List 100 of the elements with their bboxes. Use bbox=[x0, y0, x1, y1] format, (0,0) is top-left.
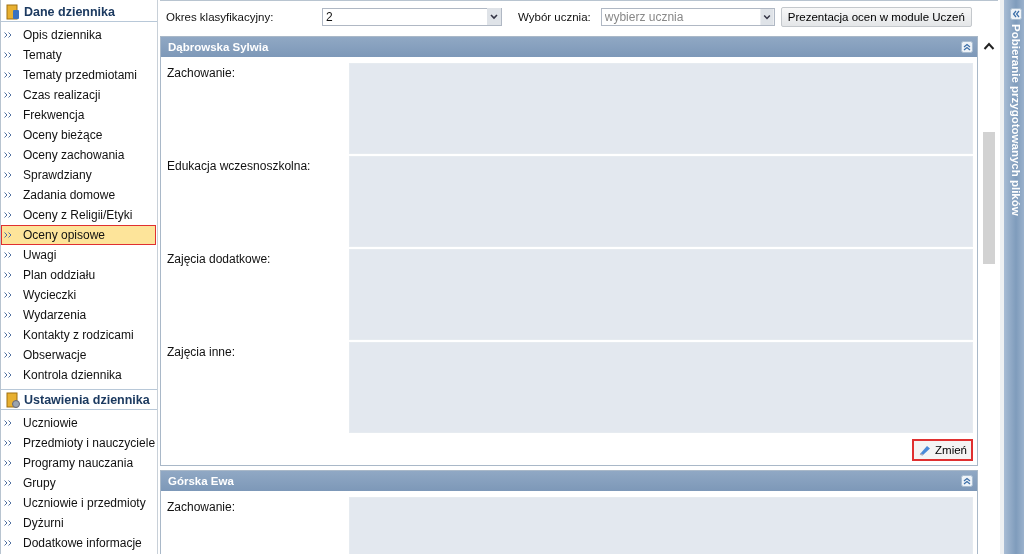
chevrons-icon bbox=[4, 72, 12, 78]
chevrons-icon bbox=[4, 460, 12, 466]
menu-item[interactable]: Kontrola dziennika bbox=[1, 365, 156, 385]
menu-item[interactable]: Oceny bieżące bbox=[1, 125, 156, 145]
menu-item-label: Programy nauczania bbox=[23, 456, 134, 470]
chevrons-icon bbox=[4, 192, 12, 198]
menu-item-label: Opis dziennika bbox=[23, 28, 102, 42]
collapse-icon[interactable] bbox=[961, 41, 973, 53]
chevrons-icon bbox=[4, 212, 12, 218]
menu-item-label: Uczniowie i przedmioty bbox=[23, 496, 146, 510]
chevrons-icon bbox=[4, 312, 12, 318]
menu-item-label: Kontrola dziennika bbox=[23, 368, 122, 382]
chevrons-icon bbox=[4, 132, 12, 138]
collapse-icon[interactable] bbox=[961, 475, 973, 487]
menu-item[interactable]: Plan oddziału bbox=[1, 265, 156, 285]
menu-item[interactable]: Czas realizacji bbox=[1, 85, 156, 105]
menu-item-label: Uczniowie bbox=[23, 416, 78, 430]
field-label: Zachowanie: bbox=[167, 499, 237, 516]
menu-item-label: Oceny opisowe bbox=[23, 228, 106, 242]
menu-item-label: Wycieczki bbox=[23, 288, 77, 302]
menu-item-label: Plan oddziału bbox=[23, 268, 96, 282]
panel-title: Górska Ewa bbox=[168, 475, 234, 487]
chevrons-icon bbox=[4, 420, 12, 426]
menu-item-label: Dyżurni bbox=[23, 516, 64, 530]
chevrons-icon bbox=[4, 520, 12, 526]
chevrons-icon bbox=[4, 292, 12, 298]
chevrons-icon bbox=[4, 332, 12, 338]
chevrons-icon bbox=[4, 112, 12, 118]
menu-item[interactable]: Dodatkowe informacje bbox=[1, 533, 156, 553]
menu-item-label: Zadania domowe bbox=[23, 188, 116, 202]
section-title: Ustawienia dziennika bbox=[24, 392, 150, 407]
field-label: Edukacja wczesnoszkolna: bbox=[167, 158, 312, 175]
chevrons-icon bbox=[4, 172, 12, 178]
scroll-thumb[interactable] bbox=[983, 132, 995, 264]
menu-item[interactable]: Oceny opisowe bbox=[1, 225, 156, 245]
menu-item[interactable]: Zadania domowe bbox=[1, 185, 156, 205]
menu-item[interactable]: Grupy bbox=[1, 473, 156, 493]
field-label: Zajęcia inne: bbox=[167, 344, 237, 361]
chevrons-icon bbox=[4, 352, 12, 358]
menu-item-label: Obserwacje bbox=[23, 348, 87, 362]
text-area[interactable] bbox=[349, 342, 973, 433]
chevrons-icon bbox=[4, 440, 12, 446]
menu-item-label: Czas realizacji bbox=[23, 88, 101, 102]
period-label: Okres klasyfikacyjny: bbox=[166, 10, 275, 23]
chevrons-icon bbox=[4, 152, 12, 158]
menu-item[interactable]: Przedmioty i nauczyciele bbox=[1, 433, 156, 453]
menu-item[interactable]: Uczniowie bbox=[1, 413, 156, 433]
menu-item-label: Grupy bbox=[23, 476, 56, 490]
menu-item-label: Oceny bieżące bbox=[23, 128, 103, 142]
chevrons-icon bbox=[4, 540, 12, 546]
text-area[interactable] bbox=[349, 249, 973, 340]
menu-item[interactable]: Opis dziennika bbox=[1, 25, 156, 45]
period-select[interactable]: 2 bbox=[322, 7, 502, 26]
field-label: Zachowanie: bbox=[167, 65, 237, 82]
chevrons-icon bbox=[4, 232, 12, 238]
chevrons-icon bbox=[4, 480, 12, 486]
menu-item[interactable]: Uwagi bbox=[1, 245, 156, 265]
menu-item-label: Tematy bbox=[23, 48, 62, 62]
scroll-up-icon[interactable] bbox=[983, 42, 995, 50]
student-label: Wybór ucznia: bbox=[518, 10, 591, 23]
menu-item[interactable]: Obserwacje bbox=[1, 345, 156, 365]
menu-item[interactable]: Kontakty z rodzicami bbox=[1, 325, 156, 345]
menu-item-label: Frekwencja bbox=[23, 108, 85, 122]
chevrons-icon bbox=[4, 32, 12, 38]
book-icon bbox=[6, 3, 20, 20]
chevrons-icon bbox=[4, 272, 12, 278]
menu-item[interactable]: Tematy przedmiotami bbox=[1, 65, 156, 85]
section-title: Dane dziennika bbox=[24, 4, 115, 19]
menu-item[interactable]: Sprawdziany bbox=[1, 165, 156, 185]
menu-item-label: Przedmioty i nauczyciele bbox=[23, 436, 156, 450]
menu-item[interactable]: Uczniowie i przedmioty bbox=[1, 493, 156, 513]
menu-item-label: Wydarzenia bbox=[23, 308, 87, 322]
menu-item[interactable]: Oceny z Religii/Etyki bbox=[1, 205, 156, 225]
menu-item[interactable]: Wydarzenia bbox=[1, 305, 156, 325]
menu-item-label: Sprawdziany bbox=[23, 168, 92, 182]
chevrons-icon bbox=[4, 372, 12, 378]
expand-icon[interactable] bbox=[1010, 8, 1022, 20]
menu-item[interactable]: Dyżurni bbox=[1, 513, 156, 533]
chevrons-icon bbox=[4, 92, 12, 98]
menu-item[interactable]: Tematy bbox=[1, 45, 156, 65]
menu-item-label: Kontakty z rodzicami bbox=[23, 328, 134, 342]
menu-item-label: Uwagi bbox=[23, 248, 57, 262]
menu-item-label: Oceny zachowania bbox=[23, 148, 125, 162]
chevrons-icon bbox=[4, 500, 12, 506]
presentation-button[interactable]: Prezentacja ocen w module Uczeń bbox=[780, 6, 972, 27]
panel-title: Dąbrowska Sylwia bbox=[168, 41, 269, 53]
menu-item-label: Oceny z Religii/Etyki bbox=[23, 208, 133, 222]
edit-button[interactable]: Zmień bbox=[912, 439, 973, 461]
chevrons-icon bbox=[4, 252, 12, 258]
menu-item[interactable]: Programy nauczania bbox=[1, 453, 156, 473]
field-label: Zajęcia dodatkowe: bbox=[167, 251, 272, 268]
menu-item[interactable]: Frekwencja bbox=[1, 105, 156, 125]
book-gear-icon bbox=[6, 391, 20, 408]
menu-item[interactable]: Oceny zachowania bbox=[1, 145, 156, 165]
menu-item-label: Dodatkowe informacje bbox=[23, 536, 142, 550]
menu-item[interactable]: Wycieczki bbox=[1, 285, 156, 305]
text-area[interactable] bbox=[349, 156, 973, 247]
text-area[interactable] bbox=[349, 63, 973, 154]
eraser-icon bbox=[918, 444, 933, 456]
menu-item-label: Tematy przedmiotami bbox=[23, 68, 138, 82]
